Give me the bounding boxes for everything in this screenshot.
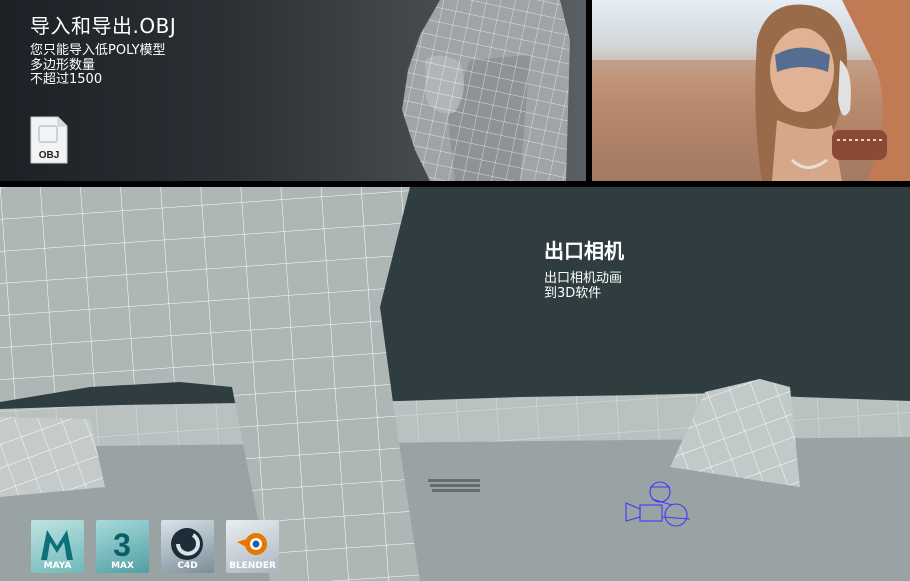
portrait-photo — [592, 0, 910, 181]
blender-app-icon[interactable]: BLENDER — [226, 520, 279, 573]
blender-app-label: BLENDER — [229, 561, 276, 571]
camera-desc-line: 到3D软件 — [544, 285, 602, 301]
obj-panel-title: 导入和导出.OBJ — [30, 14, 177, 38]
obj-desc-line: 不超过1500 — [30, 72, 103, 87]
obj-file-label: OBJ — [39, 150, 60, 161]
camera-panel-title: 出口相机 — [544, 239, 624, 263]
ground-marker — [428, 479, 480, 492]
obj-desc-line: 您只能导入低POLY模型 — [30, 43, 166, 58]
3ds-max-app-label: MAX — [111, 561, 134, 571]
reference-photo — [592, 0, 910, 181]
camera-panel: 出口相机 出口相机动画 到3D软件 MAYA 3 MAX C4D BLENDER — [0, 187, 910, 581]
supported-apps: MAYA 3 MAX C4D BLENDER — [31, 520, 279, 573]
maya-app-label: MAYA — [43, 561, 72, 571]
camera-panel-description: 出口相机动画 到3D软件 — [544, 271, 623, 301]
obj-panel: 导入和导出.OBJ 您只能导入低POLY模型 多边形数量 不超过1500 OBJ — [0, 0, 586, 181]
obj-panel-description: 您只能导入低POLY模型 多边形数量 不超过1500 — [30, 43, 166, 88]
maya-app-icon[interactable]: MAYA — [31, 520, 84, 573]
3ds-max-app-icon[interactable]: 3 MAX — [96, 520, 149, 573]
obj-desc-line: 多边形数量 — [30, 57, 96, 73]
camera-desc-line: 出口相机动画 — [544, 271, 623, 286]
svg-text:3: 3 — [113, 527, 131, 563]
cinema4d-app-icon[interactable]: C4D — [161, 520, 214, 573]
obj-file-icon[interactable]: OBJ — [30, 116, 68, 164]
canvas: 导入和导出.OBJ 您只能导入低POLY模型 多边形数量 不超过1500 OBJ — [0, 0, 910, 581]
cinema4d-app-label: C4D — [177, 561, 198, 571]
